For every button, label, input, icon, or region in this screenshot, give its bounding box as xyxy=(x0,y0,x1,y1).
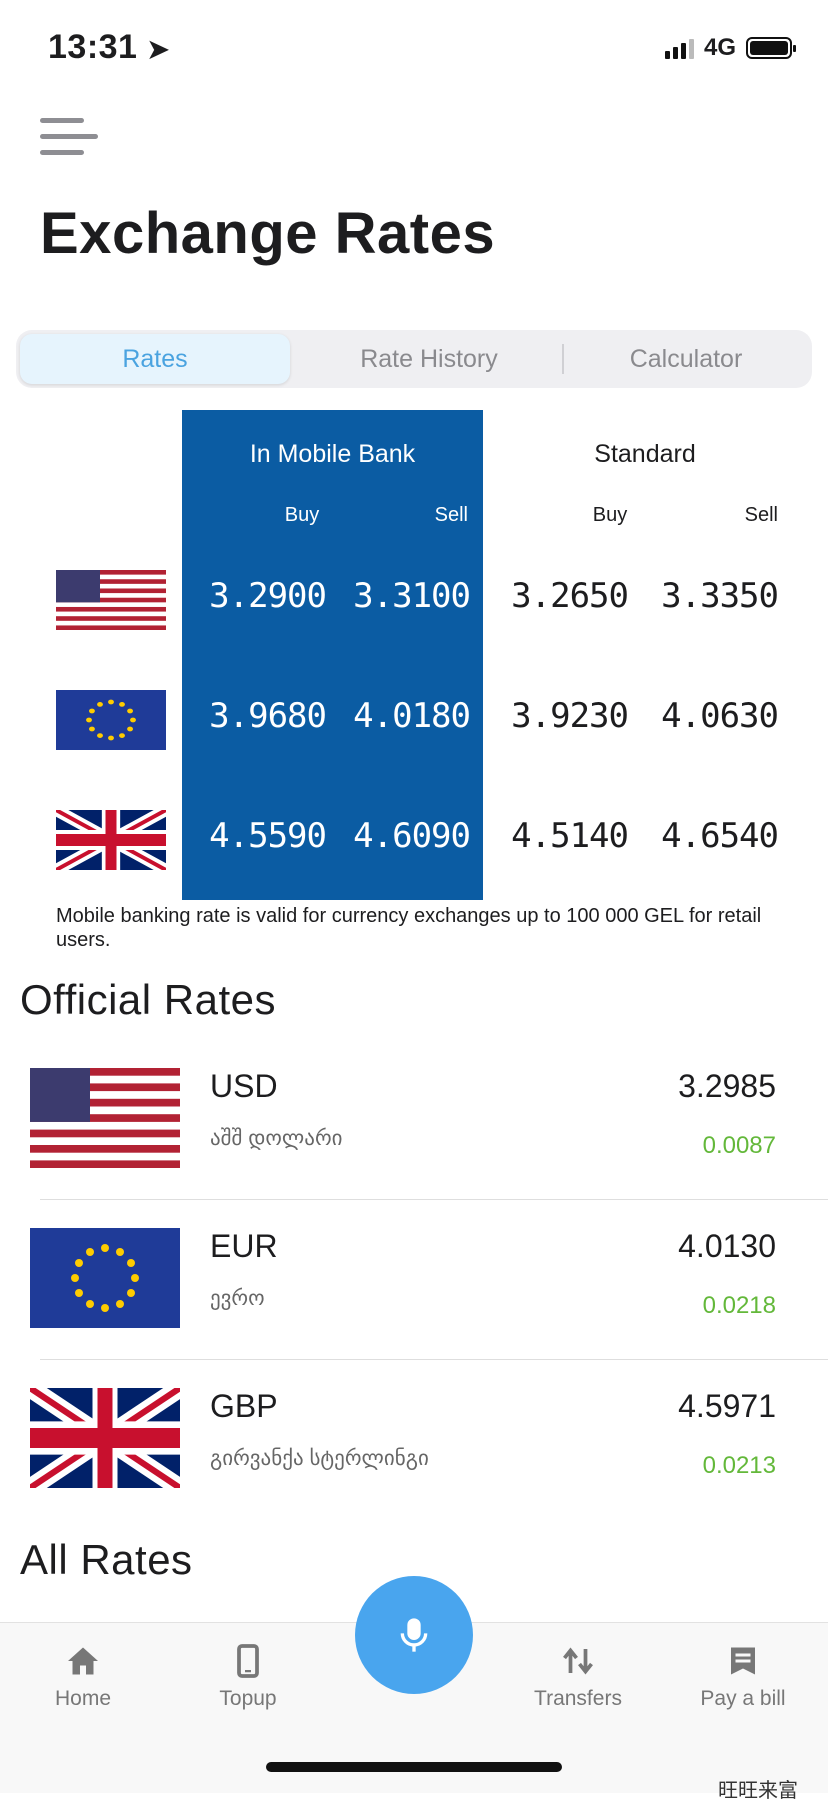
tab-calculator[interactable]: Calculator xyxy=(564,334,808,384)
status-indicators: 4G xyxy=(664,34,796,62)
eur-standard-sell: 4.0630 xyxy=(661,696,779,736)
official-row-usd[interactable]: USD აშშ დოლარი 3.2985 0.0087 xyxy=(0,1040,828,1200)
standard-buy-label: Buy xyxy=(592,504,628,526)
rate-change: 0.0213 xyxy=(702,1452,776,1479)
eur-mobile-buy: 3.9680 xyxy=(209,696,327,736)
nav-home-label: Home xyxy=(54,1687,112,1710)
nav-transfers[interactable]: Transfers xyxy=(513,1643,643,1711)
currency-name: გირვანქა სტერლინგი xyxy=(210,1447,429,1470)
official-row-gbp[interactable]: GBP გირვანქა სტერლინგი 4.5971 0.0213 xyxy=(0,1360,828,1520)
rates-tabs: Rates Rate History Calculator xyxy=(16,330,812,388)
us-flag-icon xyxy=(30,1068,180,1168)
usd-standard-buy: 3.2650 xyxy=(511,576,629,616)
eu-flag-icon xyxy=(30,1228,180,1328)
network-type: 4G xyxy=(703,34,736,61)
watermark-text: 旺旺来富 xyxy=(718,1780,798,1802)
gb-flag-icon xyxy=(30,1388,180,1488)
home-indicator xyxy=(266,1762,562,1772)
gbp-mobile-sell: 4.6090 xyxy=(353,816,471,856)
tab-rate-history[interactable]: Rate History xyxy=(296,334,562,384)
eu-flag-icon xyxy=(56,690,166,750)
home-icon xyxy=(68,1647,98,1675)
bill-icon xyxy=(731,1647,755,1675)
official-rate: 4.0130 xyxy=(678,1228,776,1264)
signal-icon xyxy=(664,37,694,59)
official-rate: 4.5971 xyxy=(678,1388,776,1424)
us-flag-icon xyxy=(56,570,166,630)
microphone-icon xyxy=(400,1618,428,1652)
nav-pay-bill-label: Pay a bill xyxy=(700,1687,786,1710)
currency-name: ევრო xyxy=(210,1287,265,1310)
nav-pay-bill[interactable]: Pay a bill xyxy=(678,1643,808,1711)
status-time: 13:31 ➤ xyxy=(48,28,170,66)
rate-change: 0.0087 xyxy=(702,1132,776,1159)
standard-sell-label: Sell xyxy=(744,504,778,526)
official-rates-title: Official Rates xyxy=(20,976,276,1023)
currency-code: USD xyxy=(210,1068,278,1104)
nav-topup-label: Topup xyxy=(219,1687,277,1710)
nav-home[interactable]: Home xyxy=(18,1643,148,1711)
all-rates-title: All Rates xyxy=(20,1536,193,1583)
gbp-standard-sell: 4.6540 xyxy=(661,816,779,856)
currency-code: EUR xyxy=(210,1228,278,1264)
gbp-mobile-buy: 4.5590 xyxy=(209,816,327,856)
eur-mobile-sell: 4.0180 xyxy=(353,696,471,736)
mobile-bank-header: In Mobile Bank xyxy=(249,440,416,468)
standard-header: Standard xyxy=(594,440,696,468)
official-row-eur[interactable]: EUR ევრო 4.0130 0.0218 xyxy=(0,1200,828,1360)
mobile-buy-label: Buy xyxy=(284,504,320,526)
phone-icon xyxy=(237,1644,259,1678)
currency-code: GBP xyxy=(210,1388,278,1424)
location-arrow-icon: ➤ xyxy=(147,34,170,64)
transfer-arrows-icon xyxy=(563,1647,593,1675)
voice-assistant-button[interactable] xyxy=(355,1576,473,1694)
mobile-sell-label: Sell xyxy=(434,504,468,526)
menu-icon[interactable] xyxy=(40,118,98,160)
eur-standard-buy: 3.9230 xyxy=(511,696,629,736)
gb-flag-icon xyxy=(56,810,166,870)
rate-change: 0.0218 xyxy=(702,1292,776,1319)
currency-name: აშშ დოლარი xyxy=(210,1127,343,1150)
nav-topup[interactable]: Topup xyxy=(183,1643,313,1711)
usd-standard-sell: 3.3350 xyxy=(661,576,779,616)
usd-mobile-buy: 3.2900 xyxy=(209,576,327,616)
tab-rates[interactable]: Rates xyxy=(20,334,290,384)
mobile-rate-note: Mobile banking rate is valid for currenc… xyxy=(56,905,762,951)
gbp-standard-buy: 4.5140 xyxy=(511,816,629,856)
page-title: Exchange Rates xyxy=(40,201,496,266)
battery-icon xyxy=(746,37,796,59)
nav-transfers-label: Transfers xyxy=(534,1687,622,1710)
official-rate: 3.2985 xyxy=(678,1068,776,1104)
usd-mobile-sell: 3.3100 xyxy=(353,576,471,616)
